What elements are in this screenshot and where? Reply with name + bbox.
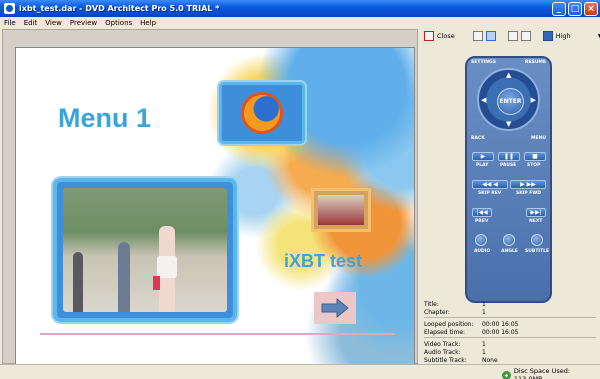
separator — [424, 337, 596, 338]
play-button[interactable]: ▶ — [472, 152, 494, 161]
menu-help[interactable]: Help — [136, 19, 160, 27]
preview-controls-pane: Close High ▼ SETTINGS RESUME ▲ ▼ ◀ ▶ ENT… — [420, 29, 600, 364]
dpad[interactable]: ▲ ▼ ◀ ▶ ENTER — [477, 68, 540, 131]
info-chapter: Chapter: 1 — [424, 308, 486, 316]
menu-edit[interactable]: Edit — [20, 19, 42, 27]
thumbnail-figure — [73, 252, 83, 312]
divider-line — [40, 333, 395, 335]
audio-label: AUDIO — [474, 249, 491, 254]
skip-rev-label: SKIP REV — [478, 191, 502, 196]
audio-button[interactable] — [475, 234, 487, 246]
enter-button[interactable]: ENTER — [497, 88, 524, 115]
stop-label: STOP — [527, 163, 541, 168]
menu-view[interactable]: View — [41, 19, 66, 27]
separator — [424, 317, 596, 318]
settings-label[interactable]: SETTINGS — [471, 60, 496, 65]
preview-toolbar: Close High ▼ — [424, 29, 600, 43]
disc-icon — [502, 370, 511, 379]
angle-label: ANGLE — [501, 249, 518, 254]
disc-space: Disc Space Used: 113,0MB — [502, 367, 600, 379]
menu-preview[interactable]: Preview — [66, 19, 101, 27]
stop-button[interactable]: ■ — [524, 152, 546, 161]
remote-control: SETTINGS RESUME ▲ ▼ ◀ ▶ ENTER BACK MENU … — [465, 56, 552, 303]
thumbnail-figure — [157, 226, 177, 312]
preview-pane: Menu 1 iXBT test — [2, 29, 418, 365]
disc-space-label: Disc Space Used: 113,0MB — [513, 367, 571, 379]
info-subtitle-track: Subtitle Track: None — [424, 356, 498, 364]
menu-bar: File Edit View Preview Options Help — [0, 17, 600, 28]
minimize-button[interactable]: _ — [552, 1, 566, 16]
info-audio-track: Audio Track: 1 — [424, 348, 486, 356]
thumbnail-bag — [153, 276, 160, 290]
quality-select[interactable]: High — [556, 32, 571, 40]
status-bar: Disc Space Used: 113,0MB — [0, 364, 600, 379]
copy-icon[interactable] — [520, 31, 531, 41]
next-button[interactable]: ▶▶| — [526, 208, 546, 217]
pause-label: PAUSE — [500, 163, 517, 168]
menu-options[interactable]: Options — [101, 19, 136, 27]
title-bar: ixbt_test.dar - DVD Architect Pro 5.0 TR… — [0, 0, 600, 17]
pause-button[interactable]: ❚❚ — [498, 152, 520, 161]
window-title: ixbt_test.dar - DVD Architect Pro 5.0 TR… — [19, 4, 220, 13]
down-arrow-icon[interactable]: ▼ — [506, 120, 511, 128]
arrow-right-icon — [321, 297, 349, 319]
right-arrow-icon[interactable]: ▶ — [531, 96, 536, 104]
next-arrow-button[interactable] — [314, 292, 356, 324]
menu-button[interactable]: MENU — [531, 136, 546, 141]
play-label: PLAY — [476, 163, 489, 168]
monitor-icon[interactable] — [472, 31, 483, 41]
resume-label[interactable]: RESUME — [525, 60, 546, 65]
project-text: iXBT test — [284, 251, 363, 271]
close-button[interactable]: × — [584, 1, 598, 16]
video-thumbnail-image — [63, 188, 227, 312]
firefox-logo-icon — [241, 92, 283, 134]
close-preview-icon[interactable] — [424, 31, 434, 41]
thumbnail-figure — [118, 242, 130, 312]
info-elapsed-time: Elapsed time: 00:00 16:05 — [424, 328, 519, 336]
small-thumbnail-button[interactable] — [311, 188, 371, 232]
back-button[interactable]: BACK — [471, 136, 485, 141]
menu-file[interactable]: File — [0, 19, 20, 27]
skip-fwd-button[interactable]: ▶ ▶▶ — [510, 180, 546, 189]
play-preview-icon[interactable] — [542, 31, 553, 41]
prev-label: PREV — [475, 219, 489, 224]
video-thumbnail-button[interactable] — [53, 178, 237, 322]
left-arrow-icon[interactable]: ◀ — [481, 96, 486, 104]
skip-rev-button[interactable]: ◀◀ ◀ — [472, 180, 508, 189]
info-looped-position: Looped position: 00:00 16:05 — [424, 320, 519, 328]
angle-button[interactable] — [503, 234, 515, 246]
info-title: Title: 1 — [424, 300, 486, 308]
stop-preview-icon[interactable] — [507, 31, 518, 41]
playback-info: Title: 1 Chapter: 1 Looped position: 00:00 … — [424, 300, 596, 364]
subtitle-button[interactable] — [531, 234, 543, 246]
info-video-track: Video Track: 1 — [424, 340, 486, 348]
maximize-button[interactable]: □ — [568, 1, 582, 16]
safe-area-icon[interactable] — [485, 31, 496, 41]
next-label: NEXT — [529, 219, 543, 224]
app-icon — [4, 3, 15, 14]
close-label[interactable]: Close — [437, 32, 455, 40]
firefox-thumbnail-button[interactable] — [219, 82, 305, 144]
up-arrow-icon[interactable]: ▲ — [506, 71, 511, 79]
menu-title: Menu 1 — [58, 103, 152, 133]
skip-fwd-label: SKIP FWD — [516, 191, 542, 196]
dvd-menu-preview[interactable]: Menu 1 iXBT test — [15, 47, 415, 365]
subtitle-label: SUBTITLE — [525, 249, 550, 254]
prev-button[interactable]: |◀◀ — [472, 208, 492, 217]
